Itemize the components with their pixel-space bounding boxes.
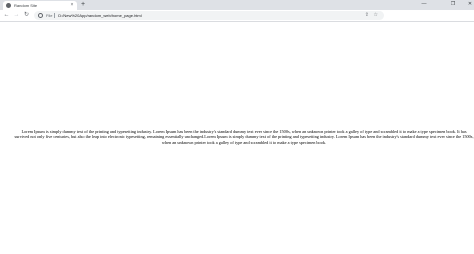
browser-toolbar: ← → ↻ File D:/New%20App/random_web/home_… (0, 10, 474, 22)
browser-titlebar: Random Site × + — ❐ ✕ (0, 0, 474, 10)
page-content: Lorem Ipsum is simply dummy text of the … (0, 23, 474, 254)
address-separator (54, 13, 56, 18)
back-button[interactable]: ← (2, 11, 11, 20)
globe-icon (6, 3, 11, 8)
url-text[interactable]: D:/New%20App/random_web/home_page.html (58, 13, 141, 18)
forward-button[interactable]: → (12, 11, 21, 20)
scheme-label: File (46, 13, 53, 18)
address-bar[interactable]: File D:/New%20App/random_web/home_page.h… (34, 11, 384, 20)
new-tab-button[interactable]: + (79, 1, 87, 9)
close-window-button[interactable]: ✕ (460, 0, 474, 9)
info-icon[interactable] (38, 13, 43, 18)
share-icon[interactable]: ⇪ (365, 11, 369, 20)
star-icon[interactable]: ☆ (374, 11, 378, 20)
minimize-button[interactable]: — (414, 0, 434, 9)
lorem-paragraph: Lorem Ipsum is simply dummy text of the … (14, 129, 474, 145)
tab-close-button[interactable]: × (69, 3, 75, 8)
tab-title: Random Site (14, 3, 38, 8)
reload-button[interactable]: ↻ (22, 11, 31, 20)
tab-random-site[interactable]: Random Site × (3, 1, 77, 10)
